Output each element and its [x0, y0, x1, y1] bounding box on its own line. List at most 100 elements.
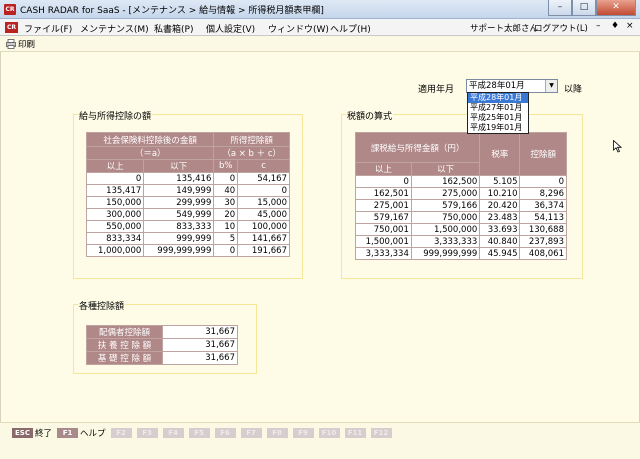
cell: 130,688	[519, 223, 567, 236]
cell: 40	[213, 184, 239, 197]
fkey-f1[interactable]: F1 ヘルプ	[57, 427, 106, 439]
cell: 10	[213, 220, 239, 233]
fkey-tag: F4	[162, 428, 184, 438]
cell: 31,667	[162, 325, 238, 339]
window-controls: – □ ✕	[548, 0, 636, 17]
cell: 549,999	[143, 208, 215, 221]
table-row: 579,167 750,000 23.483 54,113	[355, 211, 567, 224]
cell: 999,999	[143, 232, 215, 245]
cell: 30	[213, 196, 239, 209]
fkey-f9: F9	[292, 428, 314, 438]
table-row: 0 135,416 0 54,167	[85, 172, 290, 185]
salary-deduction-title: 給与所得控除の額	[78, 109, 153, 122]
mouse-cursor-icon	[613, 140, 622, 153]
cell: 20	[213, 208, 239, 221]
fkey-f5: F5	[188, 428, 210, 438]
table-row: 1,000,000 999,999,999 0 191,667	[85, 244, 290, 257]
mdi-close-button[interactable]: ×	[626, 21, 634, 31]
title-bar: CR CASH RADAR for SaaS - [メンテナンス > 給与情報 …	[0, 0, 640, 19]
cell: 5	[213, 232, 239, 245]
tax-formula-title: 税額の算式	[346, 109, 394, 122]
logout-link[interactable]: ログアウト(L)	[534, 22, 588, 34]
cell: 36,374	[519, 199, 567, 212]
table-row: 150,000 299,999 30 15,000	[85, 196, 290, 209]
cell: 0	[519, 175, 567, 188]
cell: 150,000	[85, 196, 145, 209]
tax-formula-table: 課税給与所得金額（円） 税率 控除額 以上 以下 0 162,500 5.105 0 …	[354, 132, 567, 260]
cell: 54,167	[237, 172, 290, 185]
date-option[interactable]: 平成19年01月	[468, 123, 528, 133]
date-option[interactable]: 平成27年01月	[468, 103, 528, 113]
cell: 31,667	[162, 351, 238, 365]
col-header-deduction-sub: （a × b ＋ c）	[213, 146, 290, 160]
menu-mailbox[interactable]: 私書箱(P)	[154, 22, 193, 35]
date-option[interactable]: 平成25年01月	[468, 113, 528, 123]
cell: 23.483	[479, 211, 521, 224]
cell: 31,667	[162, 338, 238, 352]
fkey-f6: F6	[214, 428, 236, 438]
table-row: 135,417 149,999 40 0	[85, 184, 290, 197]
cell: 0	[355, 175, 412, 188]
mdi-restore-button[interactable]: ♦	[611, 21, 619, 31]
cell: 10.210	[479, 187, 521, 200]
fkey-label: ヘルプ	[80, 429, 106, 439]
fkey-tag: F2	[110, 428, 132, 438]
cell: 408,061	[519, 247, 567, 260]
cell: 3,333,334	[355, 247, 412, 260]
cell: 0	[213, 172, 239, 185]
col-header-rate: 税率	[479, 132, 521, 176]
fkey-f7: F7	[240, 428, 262, 438]
fkey-f11: F11	[344, 428, 366, 438]
cell: 550,000	[85, 220, 145, 233]
menu-file[interactable]: ファイル(F)	[24, 22, 72, 35]
app-menu-icon[interactable]: CR	[5, 22, 18, 33]
cell: 54,113	[519, 211, 567, 224]
close-button[interactable]: ✕	[596, 0, 636, 16]
table-row: 基 礎 控 除 額 31,667	[86, 351, 238, 365]
fkey-tag: F10	[318, 428, 340, 438]
fkey-esc[interactable]: ESC 終了	[12, 427, 52, 439]
cell: 162,500	[410, 175, 481, 188]
print-button[interactable]: 印刷	[6, 38, 35, 50]
table-row: 扶 養 控 除 額 31,667	[86, 338, 238, 352]
date-option[interactable]: 平成28年01月	[468, 93, 528, 103]
col-header-c: c	[237, 159, 290, 173]
menu-maintenance[interactable]: メンテナンス(M)	[80, 22, 149, 35]
cell: 100,000	[237, 220, 290, 233]
date-label: 適用年月	[418, 85, 455, 95]
fkey-label: 終了	[35, 429, 53, 439]
date-dropdown-list: 平成28年01月 平成27年01月 平成25年01月 平成19年01月	[467, 92, 529, 134]
cell: 191,667	[237, 244, 290, 257]
row-header: 扶 養 控 除 額	[86, 338, 163, 352]
fkey-tag: ESC	[12, 428, 33, 438]
col-header-ded: 控除額	[519, 132, 567, 176]
fkey-tag: F11	[344, 428, 366, 438]
fkey-list: ESC 終了 F1 ヘルプ F2 F3 F4 F5 F6 F7 F8 F9 F10 …	[12, 427, 397, 439]
menu-personal-settings[interactable]: 個人設定(V)	[206, 22, 255, 35]
dropdown-arrow-icon[interactable]: ▼	[545, 80, 557, 92]
row-header: 配偶者控除額	[86, 325, 163, 339]
col-header-from: 以上	[85, 159, 145, 173]
cell: 833,334	[85, 232, 145, 245]
cell: 579,166	[410, 199, 481, 212]
maximize-button[interactable]: □	[572, 0, 596, 16]
window-title: CASH RADAR for SaaS - [メンテナンス > 給与情報 > 所…	[20, 6, 324, 16]
table-row: 0 162,500 5.105 0	[355, 175, 567, 188]
cell: 15,000	[237, 196, 290, 209]
cell: 275,001	[355, 199, 412, 212]
mdi-minimize-button[interactable]: –	[596, 21, 601, 31]
menu-help[interactable]: ヘルプ(H)	[330, 22, 371, 35]
cell: 8,296	[519, 187, 567, 200]
fkey-f10: F10	[318, 428, 340, 438]
function-key-bar: ESC 終了 F1 ヘルプ F2 F3 F4 F5 F6 F7 F8 F9 F10 …	[0, 422, 640, 459]
table-row: 275,001 579,166 20.420 36,374	[355, 199, 567, 212]
menu-window[interactable]: ウィンドウ(W)	[268, 22, 329, 35]
cell: 40.840	[479, 235, 521, 248]
fkey-tag: F8	[266, 428, 288, 438]
col-header-to: 以下	[410, 162, 481, 176]
fkey-tag: F6	[214, 428, 236, 438]
cell: 1,500,000	[410, 223, 481, 236]
row-header: 基 礎 控 除 額	[86, 351, 163, 365]
date-select[interactable]: 平成28年01月 ▼	[466, 79, 558, 93]
minimize-button[interactable]: –	[548, 0, 572, 16]
